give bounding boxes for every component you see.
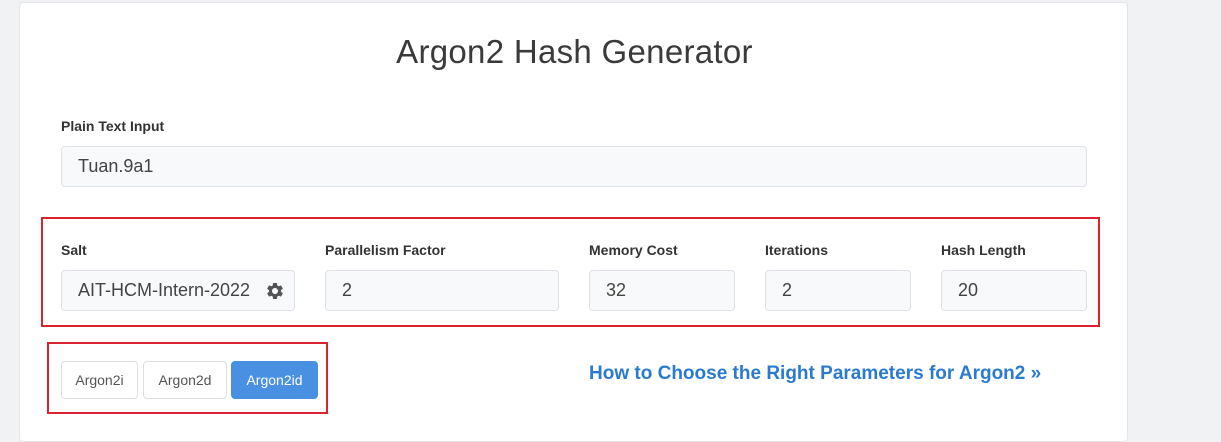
- plain-text-input[interactable]: Tuan.9a1: [61, 146, 1087, 187]
- argon2d-button[interactable]: Argon2d: [143, 361, 227, 399]
- argon2i-button[interactable]: Argon2i: [61, 361, 138, 399]
- plain-text-label: Plain Text Input: [61, 118, 165, 134]
- params-highlight-box: [41, 217, 1100, 327]
- page-title: Argon2 Hash Generator: [396, 33, 753, 70]
- parameters-help-link[interactable]: How to Choose the Right Parameters for A…: [589, 363, 1041, 385]
- argon2id-button[interactable]: Argon2id: [231, 361, 318, 399]
